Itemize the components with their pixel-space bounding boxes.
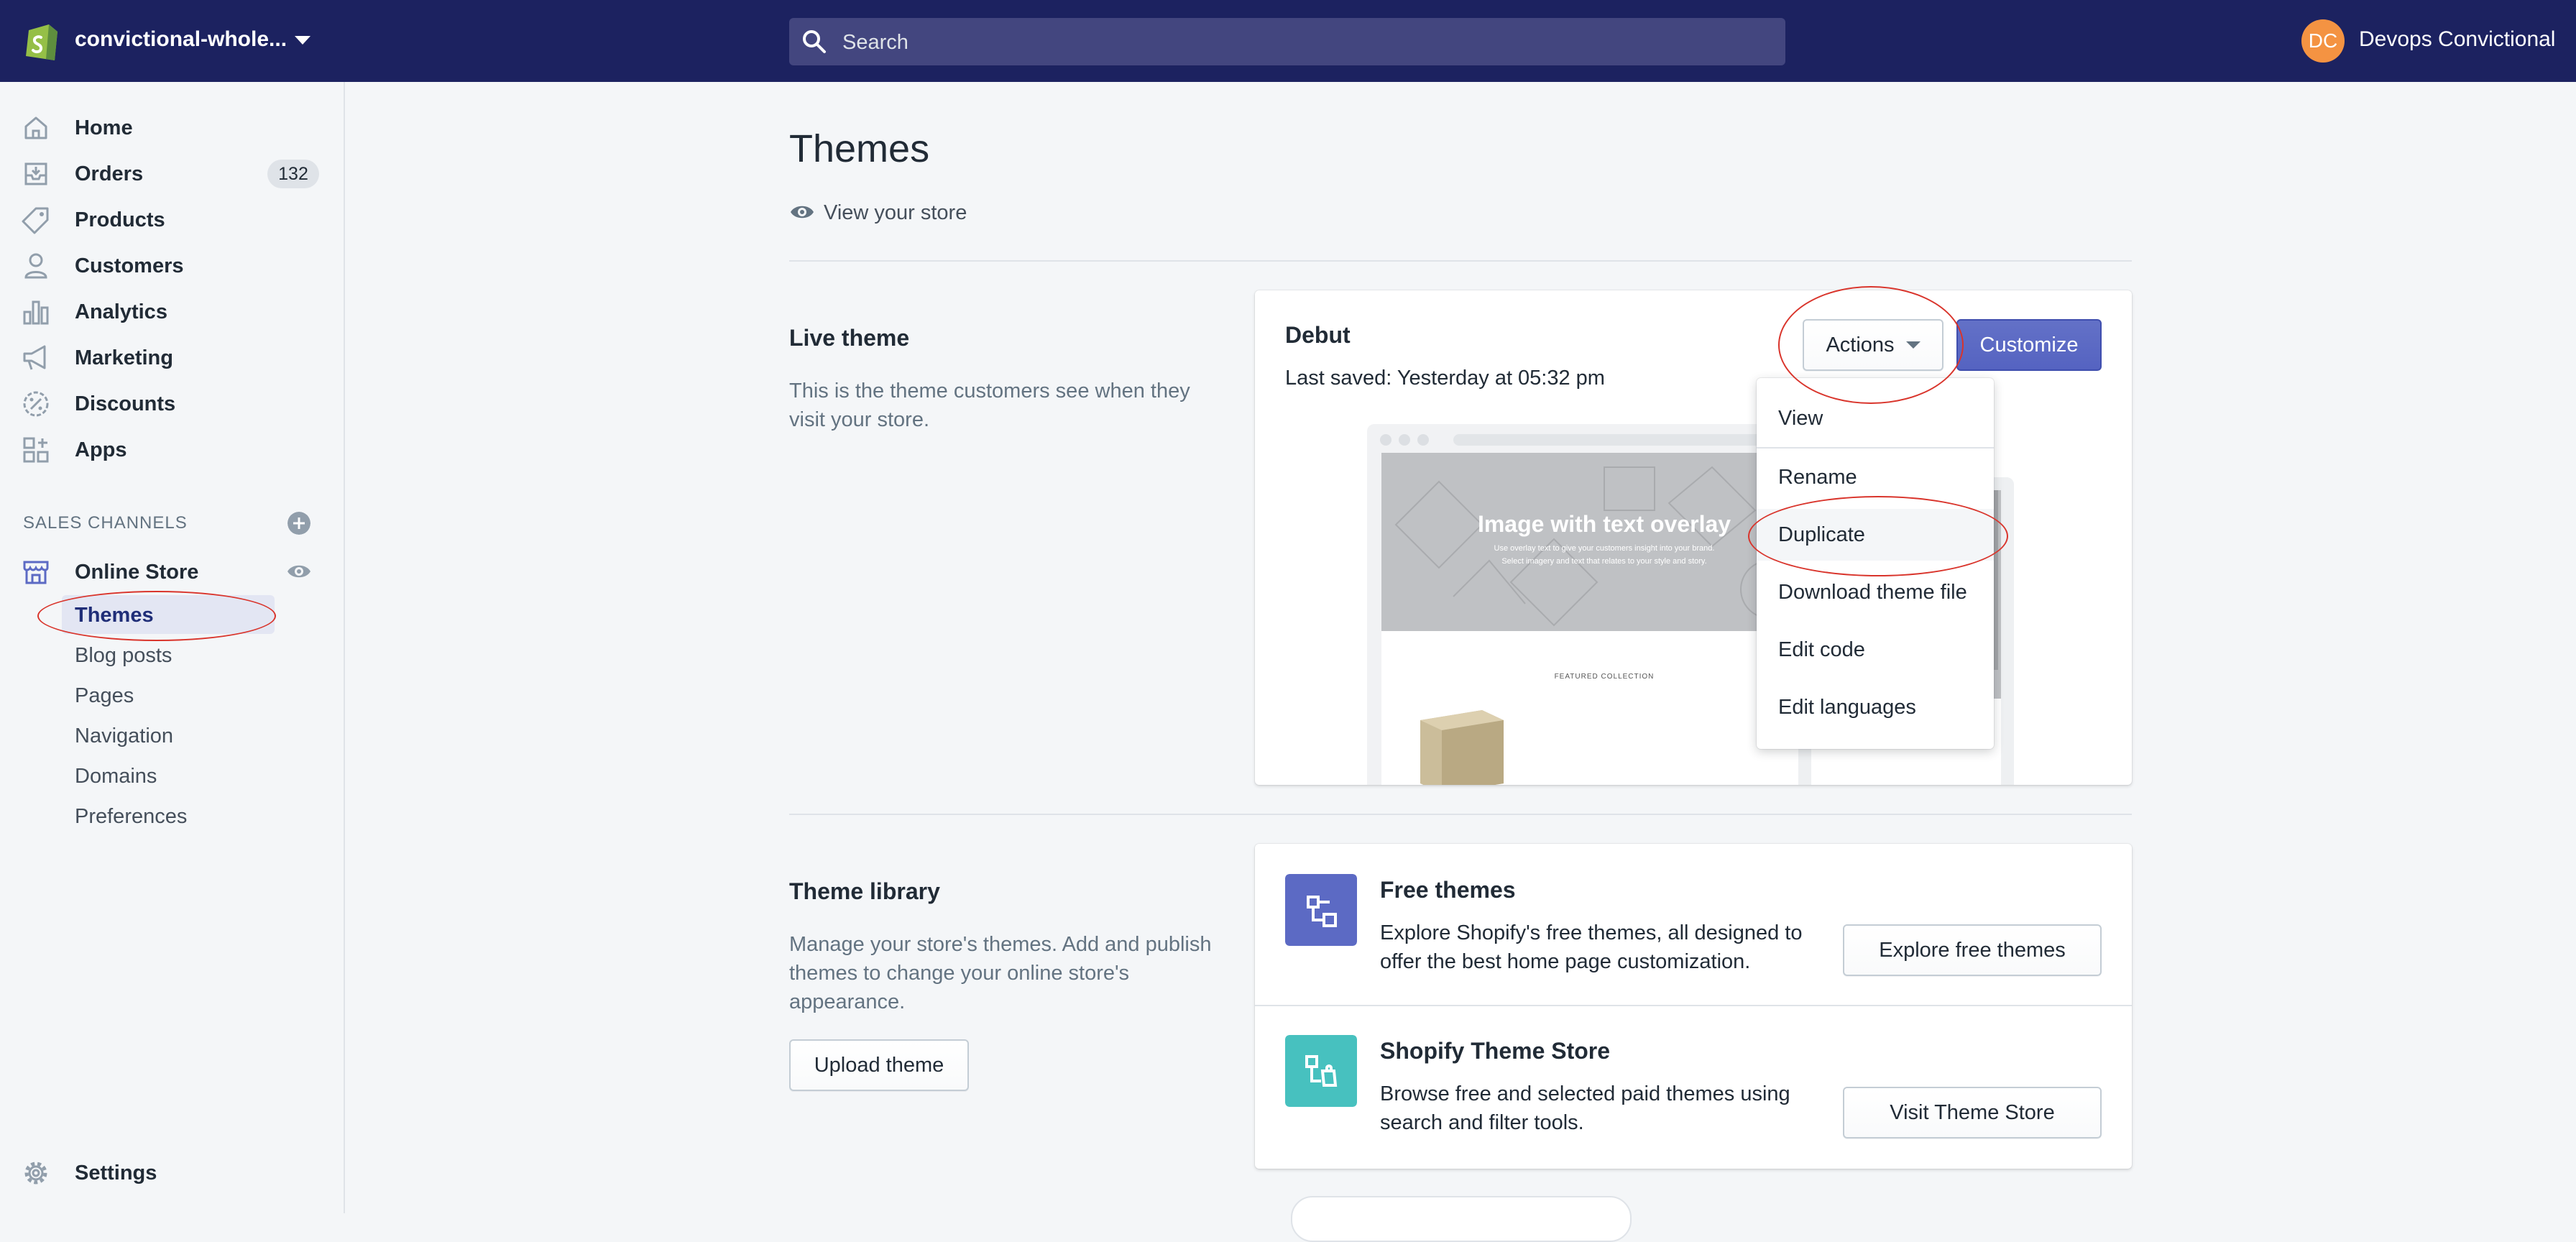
sidebar-item-marketing[interactable]: Marketing xyxy=(0,336,344,377)
sidebar-item-home[interactable]: Home xyxy=(0,106,344,147)
sidebar-sub-label: Domains xyxy=(75,765,157,788)
sidebar-item-discounts[interactable]: Discounts xyxy=(0,382,344,423)
live-theme-description: This is the theme customers see when the… xyxy=(789,380,1190,431)
page-title: Themes xyxy=(789,127,930,170)
sidebar-item-label: Settings xyxy=(75,1162,157,1184)
theme-store-icon xyxy=(1285,1035,1357,1107)
apps-icon xyxy=(23,437,49,463)
sales-channels-heading: SALES CHANNELS xyxy=(23,513,188,533)
sidebar-item-label: Orders xyxy=(75,162,144,185)
more-content-pill[interactable] xyxy=(1291,1196,1632,1242)
theme-store-description: Browse free and selected paid themes usi… xyxy=(1380,1082,1790,1134)
menu-item-label: Edit languages xyxy=(1778,696,1916,719)
menu-item-label: Download theme file xyxy=(1778,581,1967,604)
sidebar-item-orders[interactable]: Orders 132 xyxy=(0,152,344,193)
theme-library-card: Free themes Explore Shopify's free theme… xyxy=(1255,844,2132,1169)
sidebar-item-customers[interactable]: Customers xyxy=(0,244,344,285)
preview-featured: FEATURED COLLECTION xyxy=(1555,673,1655,681)
free-themes-description: Explore Shopify's free themes, all desig… xyxy=(1380,921,1803,973)
orders-icon xyxy=(24,162,47,185)
menu-item-label: View xyxy=(1778,407,1823,430)
divider xyxy=(789,814,2132,815)
menu-item-label: Rename xyxy=(1778,466,1857,489)
sidebar-item-products[interactable]: Products xyxy=(0,198,344,239)
last-saved: Last saved: Yesterday at 05:32 pm xyxy=(1285,367,1605,390)
annotation-circle-actions xyxy=(1778,286,1964,404)
visit-theme-store-button[interactable]: Visit Theme Store xyxy=(1843,1087,2102,1138)
theme-store-title: Shopify Theme Store xyxy=(1380,1038,1611,1064)
sidebar-sub-label: Navigation xyxy=(75,724,174,748)
sidebar-sub-preferences[interactable]: Preferences xyxy=(62,796,275,835)
search-bar[interactable] xyxy=(789,18,1785,67)
eye-icon xyxy=(791,206,814,218)
view-store-label: View your store xyxy=(824,201,967,224)
theme-name: Debut xyxy=(1285,322,1351,348)
sidebar-item-online-store[interactable]: Online Store xyxy=(0,551,344,591)
search-input[interactable] xyxy=(841,18,1764,67)
sidebar-item-label: Discounts xyxy=(75,392,176,415)
sidebar-item-label: Online Store xyxy=(75,561,199,584)
sidebar-sub-pages[interactable]: Pages xyxy=(62,676,275,714)
person-icon xyxy=(24,253,47,279)
discount-icon xyxy=(23,391,49,417)
theme-library-description: Manage your store's themes. Add and publ… xyxy=(789,933,1212,1013)
sidebar-sub-domains[interactable]: Domains xyxy=(62,756,275,795)
sidebar-item-label: Home xyxy=(75,116,133,139)
top-bar: convictional-whole... DC Devops Convicti… xyxy=(0,0,2576,82)
store-switcher[interactable]: convictional-whole... xyxy=(75,27,287,52)
chevron-down-icon[interactable] xyxy=(295,36,310,45)
megaphone-icon xyxy=(23,345,46,370)
sidebar-sub-label: Preferences xyxy=(75,805,188,828)
sidebar-sub-navigation[interactable]: Navigation xyxy=(62,716,275,755)
sidebar-item-label: Products xyxy=(75,208,165,231)
store-icon xyxy=(23,561,49,584)
preview-hero-sub2: Select imagery and text that relates to … xyxy=(1501,557,1706,566)
gear-icon xyxy=(24,1162,47,1184)
sidebar-item-label: Analytics xyxy=(75,300,167,323)
tag-icon xyxy=(22,207,49,234)
sidebar-item-label: Customers xyxy=(75,254,184,277)
eye-icon[interactable] xyxy=(286,561,312,582)
shopify-logo-icon[interactable] xyxy=(22,20,62,62)
annotation-circle-themes xyxy=(37,591,276,641)
home-icon xyxy=(24,116,47,139)
live-theme-heading: Live theme xyxy=(789,325,910,351)
sidebar-item-apps[interactable]: Apps xyxy=(0,428,344,469)
add-channel-icon[interactable] xyxy=(288,512,310,535)
free-themes-icon xyxy=(1285,874,1357,946)
sidebar-item-label: Marketing xyxy=(75,346,173,369)
sidebar: Home Orders 132 Products Customers Analy… xyxy=(0,82,345,1213)
sidebar-sub-label: Blog posts xyxy=(75,644,172,667)
preview-hero-title: Image with text overlay xyxy=(1478,511,1731,537)
divider xyxy=(1255,1005,2132,1006)
upload-theme-button[interactable]: Upload theme xyxy=(789,1039,969,1091)
avatar[interactable]: DC xyxy=(2301,19,2345,63)
sidebar-sub-blog-posts[interactable]: Blog posts xyxy=(62,635,275,674)
menu-item-edit-code[interactable]: Edit code xyxy=(1757,624,1994,676)
sidebar-item-analytics[interactable]: Analytics xyxy=(0,290,344,331)
menu-divider xyxy=(1757,447,1994,448)
user-name[interactable]: Devops Convictional xyxy=(2359,27,2555,52)
explore-free-themes-button[interactable]: Explore free themes xyxy=(1843,924,2102,976)
search-icon xyxy=(803,30,826,53)
bar-chart-icon xyxy=(23,300,49,325)
sidebar-item-settings[interactable]: Settings xyxy=(0,1151,344,1192)
orders-count-badge: 132 xyxy=(267,160,319,188)
divider xyxy=(789,260,2132,262)
theme-library-heading: Theme library xyxy=(789,878,940,904)
sidebar-item-label: Apps xyxy=(75,438,127,461)
menu-item-label: Edit code xyxy=(1778,638,1865,661)
preview-hero-sub1: Use overlay text to give your customers … xyxy=(1494,544,1715,553)
free-themes-title: Free themes xyxy=(1380,877,1516,903)
customize-button[interactable]: Customize xyxy=(1956,319,2102,371)
sidebar-sub-label: Pages xyxy=(75,684,134,707)
menu-item-edit-languages[interactable]: Edit languages xyxy=(1757,681,1994,733)
annotation-circle-duplicate xyxy=(1748,496,2008,576)
